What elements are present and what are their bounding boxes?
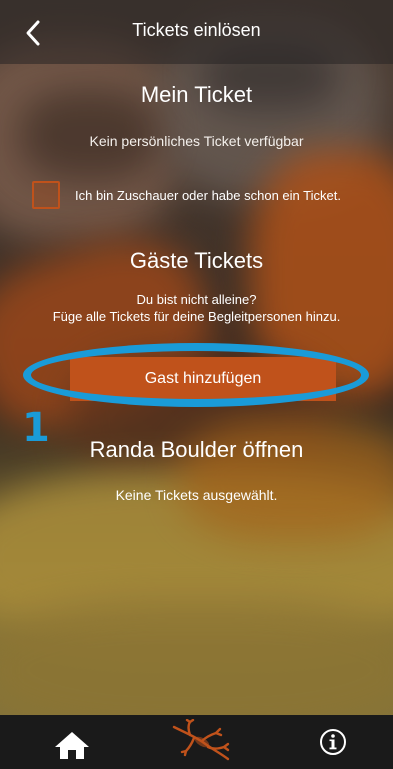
mein-ticket-heading: Mein Ticket [140,82,253,107]
nav-bar: Tickets einlösen [0,0,393,64]
home-icon[interactable] [52,729,92,761]
guest-description-line2: Füge alle Tickets für deine Begleitperso… [52,309,341,324]
screen: Tickets einlösen Mein Ticket Kein persön… [0,0,393,769]
info-icon[interactable] [318,727,348,757]
spectator-checkbox[interactable] [32,181,60,209]
no-personal-ticket-text: Kein persönliches Ticket verfügbar [89,133,304,149]
spectator-checkbox-label[interactable]: Ich bin Zuschauer oder habe schon ein Ti… [75,188,341,203]
guest-description-line1: Du bist nicht alleine? [136,292,257,307]
page-title: Tickets einlösen [132,20,261,40]
add-guest-button[interactable]: Gast hinzufügen [70,357,336,401]
guest-tickets-heading: Gäste Tickets [129,248,264,273]
lizard-logo-icon[interactable] [168,718,234,765]
no-tickets-selected-text: Keine Tickets ausgewählt. [115,487,278,503]
open-randa-boulder-heading: Randa Boulder öffnen [89,437,304,462]
tab-bar [0,715,393,769]
